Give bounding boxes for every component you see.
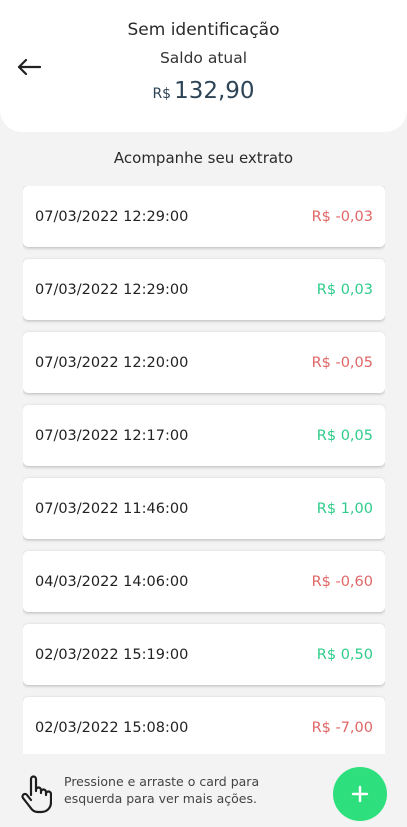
transaction-card[interactable]: 02/03/2022 15:19:00 R$ 0,50 <box>23 624 385 685</box>
balance-value: 132,90 <box>174 78 255 104</box>
footer: Pressione e arraste o card para esquerda… <box>0 756 407 827</box>
transaction-date: 07/03/2022 12:17:00 <box>35 427 189 444</box>
transaction-amount: R$ -7,00 <box>311 719 373 736</box>
transaction-date: 04/03/2022 14:06:00 <box>35 573 189 590</box>
transaction-amount: R$ 0,50 <box>316 646 373 663</box>
transaction-amount: R$ 0,05 <box>316 427 373 444</box>
balance-currency: R$ <box>152 86 172 102</box>
transaction-card[interactable]: 07/03/2022 12:17:00 R$ 0,05 <box>23 405 385 466</box>
header: Sem identificação Saldo atual R$ 132,90 <box>0 0 407 132</box>
page-title: Sem identificação <box>127 20 280 40</box>
transaction-amount: R$ 0,03 <box>316 281 373 298</box>
statement-title: Acompanhe seu extrato <box>113 149 294 167</box>
transaction-date: 07/03/2022 12:20:00 <box>35 354 189 371</box>
transaction-date: 07/03/2022 12:29:00 <box>35 281 189 298</box>
hand-pointer-icon <box>21 775 52 814</box>
transaction-amount: R$ -0,05 <box>311 354 373 371</box>
transaction-amount: R$ -0,60 <box>311 573 373 590</box>
transaction-date: 07/03/2022 11:46:00 <box>35 500 189 517</box>
transaction-card[interactable]: 07/03/2022 12:29:00 R$ 0,03 <box>23 259 385 320</box>
transaction-card[interactable]: 07/03/2022 11:46:00 R$ 1,00 <box>23 478 385 539</box>
transaction-list[interactable]: 07/03/2022 12:29:00 R$ -0,03 07/03/2022 … <box>23 186 385 754</box>
transaction-card[interactable]: 04/03/2022 14:06:00 R$ -0,60 <box>23 551 385 612</box>
transaction-card[interactable]: 07/03/2022 12:29:00 R$ -0,03 <box>23 186 385 247</box>
balance-amount: R$ 132,90 <box>0 78 407 104</box>
transaction-card[interactable]: 07/03/2022 12:20:00 R$ -0,05 <box>23 332 385 393</box>
transaction-card[interactable]: 02/03/2022 15:08:00 R$ -7,00 <box>23 697 385 754</box>
transaction-date: 02/03/2022 15:08:00 <box>35 719 189 736</box>
add-button[interactable] <box>333 767 387 821</box>
plus-icon <box>351 785 369 803</box>
balance-label: Saldo atual <box>159 49 248 67</box>
swipe-hint: Pressione e arraste o card para esquerda… <box>64 774 260 806</box>
transaction-amount: R$ -0,03 <box>311 208 373 225</box>
transaction-date: 02/03/2022 15:19:00 <box>35 646 189 663</box>
transaction-amount: R$ 1,00 <box>316 500 373 517</box>
transaction-date: 07/03/2022 12:29:00 <box>35 208 189 225</box>
